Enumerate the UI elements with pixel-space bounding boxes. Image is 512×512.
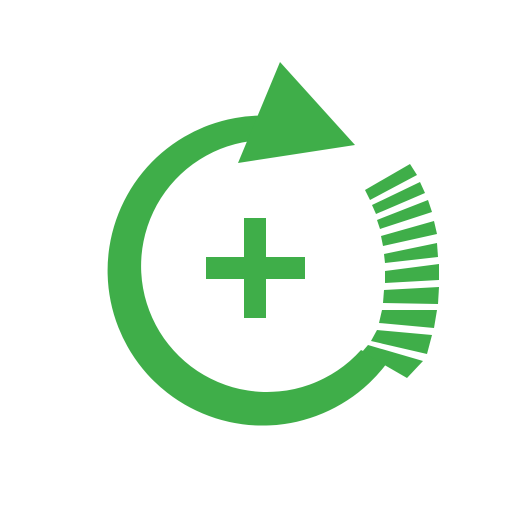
segment (383, 287, 439, 304)
circular-refresh-add-icon (107, 62, 439, 426)
segment (379, 310, 437, 328)
segment (385, 264, 439, 283)
segment (384, 243, 438, 263)
arrow-head-icon (238, 62, 355, 163)
app-icon-canvas (0, 0, 512, 512)
progress-segments (362, 164, 439, 378)
plus-horizontal-bar (206, 257, 305, 279)
